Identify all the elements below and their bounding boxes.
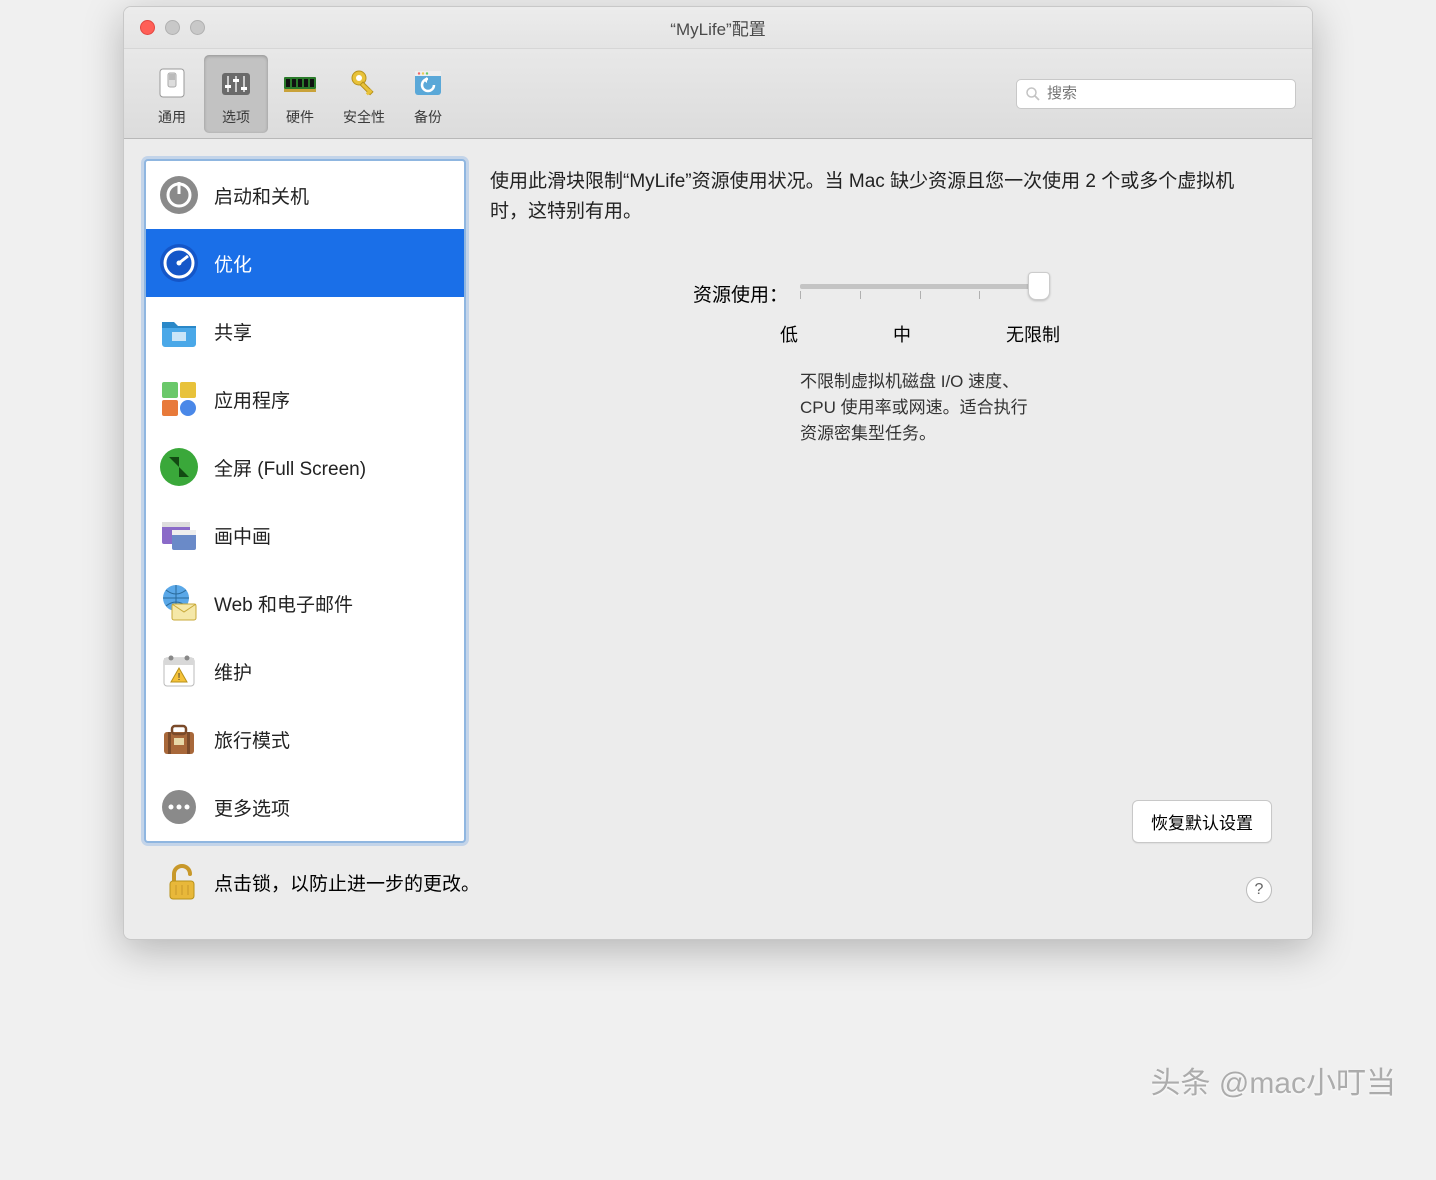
sidebar-item-travel[interactable]: 旅行模式 xyxy=(146,705,464,773)
mark-low: 低 xyxy=(780,321,798,347)
apps-icon xyxy=(158,378,200,420)
sidebar-item-label: 优化 xyxy=(214,250,252,277)
slider-label: 资源使用： xyxy=(490,278,800,307)
zoom-window-button[interactable] xyxy=(190,20,205,35)
detail-pane: 使用此滑块限制“MyLife”资源使用状况。当 Mac 缺少资源且您一次使用 2… xyxy=(490,159,1292,843)
sidebar-item-label: 旅行模式 xyxy=(214,726,290,753)
sidebar-item-applications[interactable]: 应用程序 xyxy=(146,365,464,433)
close-window-button[interactable] xyxy=(140,20,155,35)
sidebar-item-label: Web 和电子邮件 xyxy=(214,590,353,617)
sliders-icon xyxy=(218,65,254,101)
sidebar-item-label: 更多选项 xyxy=(214,794,290,821)
gauge-icon xyxy=(158,242,200,284)
switch-icon xyxy=(154,65,190,101)
suitcase-icon xyxy=(158,718,200,760)
sidebar-item-optimize[interactable]: 优化 xyxy=(146,229,464,297)
sidebar-item-label: 共享 xyxy=(214,318,252,345)
sidebar-item-startup[interactable]: 启动和关机 xyxy=(146,161,464,229)
pip-icon xyxy=(158,514,200,556)
svg-text:!: ! xyxy=(178,672,181,683)
tab-label: 硬件 xyxy=(286,107,314,127)
tab-options[interactable]: 选项 xyxy=(204,55,268,133)
toolbar-tabs: 通用 选项 硬件 安全性 xyxy=(140,55,460,133)
tab-label: 选项 xyxy=(222,107,250,127)
sidebar-item-fullscreen[interactable]: 全屏 (Full Screen) xyxy=(146,433,464,501)
fullscreen-icon xyxy=(158,446,200,488)
ram-icon xyxy=(282,65,318,101)
tab-label: 备份 xyxy=(414,107,442,127)
description-text: 使用此滑块限制“MyLife”资源使用状况。当 Mac 缺少资源且您一次使用 2… xyxy=(490,167,1272,228)
tab-label: 通用 xyxy=(158,107,186,127)
search-icon xyxy=(1025,86,1041,102)
window-controls xyxy=(140,20,205,35)
footer-text: 点击锁，以防止进一步的更改。 xyxy=(214,869,480,896)
window-title: “MyLife”配置 xyxy=(670,15,765,40)
sidebar-item-label: 应用程序 xyxy=(214,386,290,413)
tab-label: 安全性 xyxy=(343,107,385,127)
tab-security[interactable]: 安全性 xyxy=(332,55,396,133)
resource-slider-row: 资源使用： 低 中 无限制 不限制虚拟机磁盘 I/O xyxy=(490,278,1272,448)
sidebar-item-label: 全屏 (Full Screen) xyxy=(214,454,366,481)
content-area: 启动和关机 优化 共享 应用程序 全屏 (Full Screen) xyxy=(124,139,1312,939)
slider-marks: 低 中 无限制 xyxy=(780,321,1060,347)
restore-defaults-button[interactable]: 恢复默认设置 xyxy=(1132,800,1272,843)
backup-icon xyxy=(410,65,446,101)
sidebar-item-more[interactable]: 更多选项 xyxy=(146,773,464,841)
preferences-window: “MyLife”配置 通用 选项 硬件 xyxy=(123,6,1313,940)
sidebar-item-label: 维护 xyxy=(214,658,252,685)
footer: 点击锁，以防止进一步的更改。 ? xyxy=(144,843,1292,919)
minimize-window-button[interactable] xyxy=(165,20,180,35)
sidebar-item-web-email[interactable]: Web 和电子邮件 xyxy=(146,569,464,637)
key-icon xyxy=(346,65,382,101)
sidebar-item-sharing[interactable]: 共享 xyxy=(146,297,464,365)
power-icon xyxy=(158,174,200,216)
sidebar-item-pip[interactable]: 画中画 xyxy=(146,501,464,569)
watermark: 头条 @mac小叮当 xyxy=(1151,1058,1396,1102)
slider-knob[interactable] xyxy=(1028,272,1050,300)
lock-icon[interactable] xyxy=(164,861,200,903)
sidebar-item-label: 画中画 xyxy=(214,522,271,549)
search-field[interactable] xyxy=(1016,79,1296,109)
resource-slider[interactable] xyxy=(800,284,1040,289)
sidebar-item-maintenance[interactable]: ! 维护 xyxy=(146,637,464,705)
titlebar: “MyLife”配置 xyxy=(124,7,1312,49)
toolbar: 通用 选项 硬件 安全性 xyxy=(124,49,1312,139)
tab-backup[interactable]: 备份 xyxy=(396,55,460,133)
warning-calendar-icon: ! xyxy=(158,650,200,692)
globe-mail-icon xyxy=(158,582,200,624)
mark-high: 无限制 xyxy=(1006,321,1060,347)
slider-ticks xyxy=(800,291,1040,299)
more-icon xyxy=(158,786,200,828)
sidebar-item-label: 启动和关机 xyxy=(214,182,309,209)
sidebar: 启动和关机 优化 共享 应用程序 全屏 (Full Screen) xyxy=(144,159,466,843)
folder-icon xyxy=(158,310,200,352)
mark-mid: 中 xyxy=(893,321,911,347)
tab-hardware[interactable]: 硬件 xyxy=(268,55,332,133)
tab-general[interactable]: 通用 xyxy=(140,55,204,133)
search-input[interactable] xyxy=(1047,85,1287,102)
slider-explanation: 不限制虚拟机磁盘 I/O 速度、CPU 使用率或网速。适合执行资源密集型任务。 xyxy=(800,369,1040,448)
help-button[interactable]: ? xyxy=(1246,877,1272,903)
